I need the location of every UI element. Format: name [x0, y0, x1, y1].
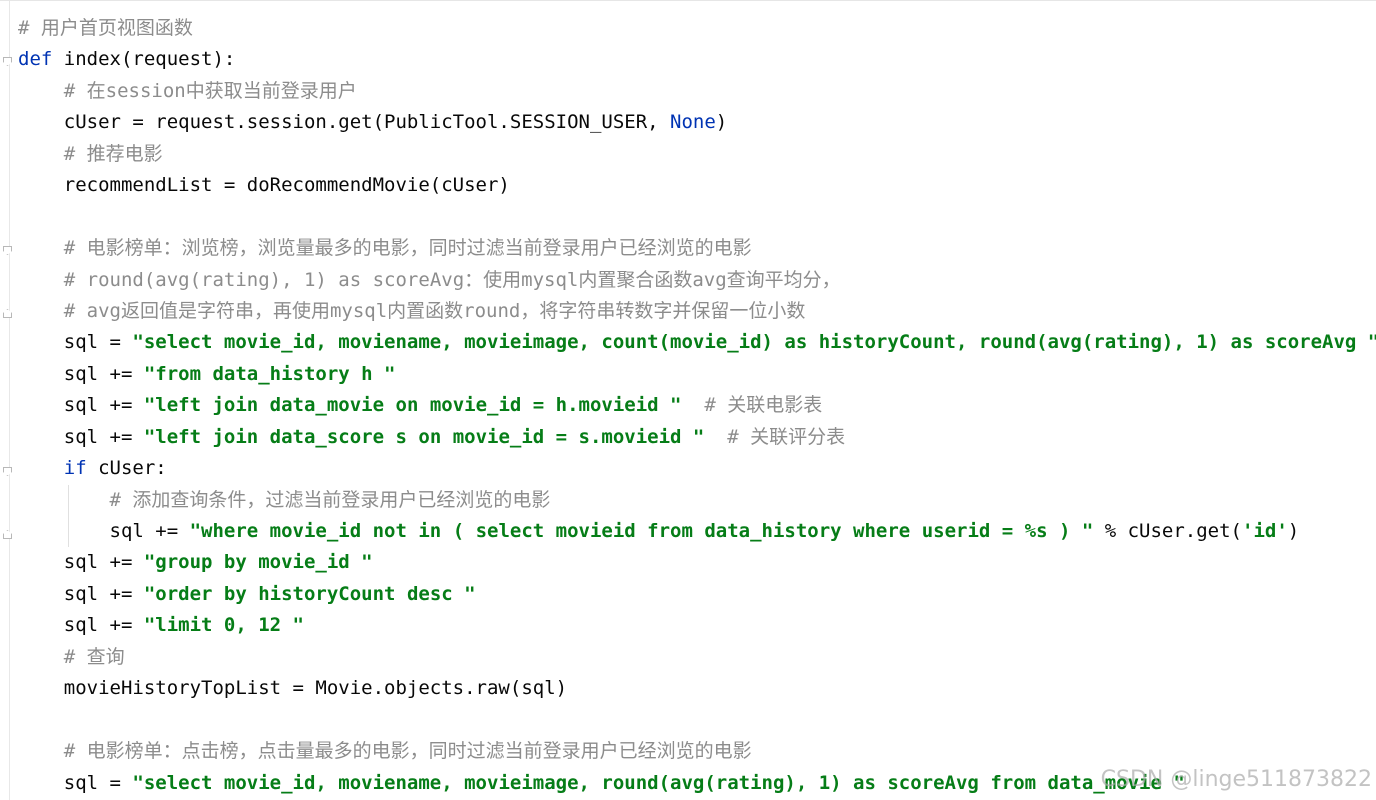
code-token: sql += — [18, 582, 144, 605]
code-line[interactable]: movieHistoryTopList = Movie.objects.raw(… — [18, 673, 1376, 704]
comment-token: # 电影榜单：浏览榜，浏览量最多的电影，同时过滤当前登录用户已经浏览的电影 — [63, 237, 752, 260]
code-line[interactable]: # 查询 — [18, 642, 1376, 673]
code-line[interactable]: # 推荐电影 — [18, 139, 1376, 170]
code-token: sql += — [18, 614, 144, 637]
comment-token: # round(avg(rating), 1) as scoreAvg：使用my… — [63, 268, 841, 291]
code-line[interactable]: # 电影榜单：点击榜，点击量最多的电影，同时过滤当前登录用户已经浏览的电影 — [18, 736, 1376, 767]
fold-toggle-icon[interactable] — [3, 467, 12, 476]
code-line[interactable] — [18, 202, 1376, 233]
code-line[interactable]: # 用户首页视图函数 — [18, 13, 1376, 44]
string-token: "from data_history h " — [143, 362, 396, 385]
code-line[interactable]: # 在session中获取当前登录用户 — [18, 76, 1376, 107]
string-token: 'id' — [1242, 520, 1288, 542]
comment-token: # 关联评分表 — [727, 425, 846, 448]
code-token: cUser: — [86, 457, 167, 480]
code-line[interactable]: # round(avg(rating), 1) as scoreAvg：使用my… — [18, 265, 1376, 296]
code-line[interactable] — [18, 705, 1376, 736]
code-editor[interactable]: # 用户首页视图函数 def index(request): # 在session… — [0, 0, 1376, 800]
code-token: % cUser.get( — [1093, 520, 1242, 542]
code-line[interactable]: sql += "from data_history h " — [18, 359, 1376, 390]
fold-toggle-icon[interactable] — [3, 57, 12, 66]
comment-token: # 在session中获取当前登录用户 — [63, 79, 357, 102]
string-token: "order by historyCount desc " — [143, 582, 476, 605]
code-line[interactable]: sql += "left join data_movie on movie_id… — [18, 390, 1376, 421]
code-line[interactable]: sql += "limit 0, 12 " — [18, 610, 1376, 641]
code-line[interactable]: sql += "order by historyCount desc " — [18, 579, 1376, 610]
code-line[interactable]: sql += "group by movie_id " — [18, 547, 1376, 578]
code-token: ) — [715, 111, 728, 134]
code-token: sql += — [18, 362, 144, 385]
code-token: index(request): — [52, 48, 236, 71]
comment-token: # 添加查询条件，过滤当前登录用户已经浏览的电影 — [109, 488, 551, 511]
gutter-divider — [9, 1, 10, 800]
string-token: "group by movie_id " — [143, 551, 373, 574]
code-line[interactable]: sql = "select movie_id, moviename, movie… — [18, 327, 1376, 358]
comment-token: # 用户首页视图函数 — [18, 17, 193, 39]
code-token: cUser = request.session.get(PublicTool.S… — [18, 111, 671, 134]
code-line[interactable]: cUser = request.session.get(PublicTool.S… — [18, 107, 1376, 138]
comment-token: # 推荐电影 — [63, 142, 163, 165]
keyword-token: def — [18, 48, 53, 71]
code-line[interactable]: # 添加查询条件，过滤当前登录用户已经浏览的电影 — [18, 485, 1376, 516]
editor-gutter — [0, 1, 12, 800]
code-line[interactable]: sql += "left join data_score s on movie_… — [18, 422, 1376, 453]
keyword-token: if — [63, 457, 87, 480]
string-token: "limit 0, 12 " — [143, 614, 304, 637]
code-token: sql += — [18, 425, 144, 448]
string-token: "left join data_score s on movie_id = s.… — [143, 425, 705, 448]
code-line[interactable]: # 电影榜单：浏览榜，浏览量最多的电影，同时过滤当前登录用户已经浏览的电影 — [18, 233, 1376, 264]
string-token: "select movie_id, moviename, movieimage,… — [132, 331, 1376, 354]
comment-token: # 电影榜单：点击榜，点击量最多的电影，同时过滤当前登录用户已经浏览的电影 — [63, 740, 752, 763]
code-token: sql = — [18, 331, 133, 354]
string-token: "select movie_id, moviename, movieimage,… — [132, 771, 1185, 794]
code-token: ) — [1287, 520, 1300, 542]
keyword-token: None — [670, 111, 716, 134]
fold-toggle-icon[interactable] — [3, 530, 12, 539]
watermark: CSDN @linge511873822 — [1100, 767, 1372, 792]
fold-toggle-icon[interactable] — [3, 309, 12, 318]
code-line[interactable]: sql += "where movie_id not in ( select m… — [18, 516, 1376, 547]
comment-token: # 关联电影表 — [704, 394, 823, 417]
string-token: "left join data_movie on movie_id = h.mo… — [143, 394, 682, 417]
code-token: movieHistoryTopList = Movie.objects.raw(… — [18, 677, 568, 700]
code-line[interactable]: recommendList = doRecommendMovie(cUser) — [18, 170, 1376, 201]
fold-toggle-icon[interactable] — [3, 246, 12, 255]
code-token: recommendList = doRecommendMovie(cUser) — [18, 174, 510, 197]
comment-token: # 查询 — [63, 645, 125, 668]
code-token: sql += — [18, 520, 190, 542]
code-token: sql += — [18, 551, 144, 574]
code-token: sql = — [18, 771, 133, 794]
code-line[interactable]: if cUser: — [18, 453, 1376, 484]
comment-token: # avg返回值是字符串，再使用mysql内置函数round，将字符串转数字并保… — [63, 299, 806, 322]
code-token: sql += — [18, 394, 144, 417]
string-token: "where movie_id not in ( select movieid … — [189, 520, 1094, 542]
code-line[interactable]: # avg返回值是字符串，再使用mysql内置函数round，将字符串转数字并保… — [18, 296, 1376, 327]
code-line[interactable]: def index(request): — [18, 44, 1376, 75]
code-content[interactable]: # 用户首页视图函数 def index(request): # 在session… — [18, 13, 1376, 799]
